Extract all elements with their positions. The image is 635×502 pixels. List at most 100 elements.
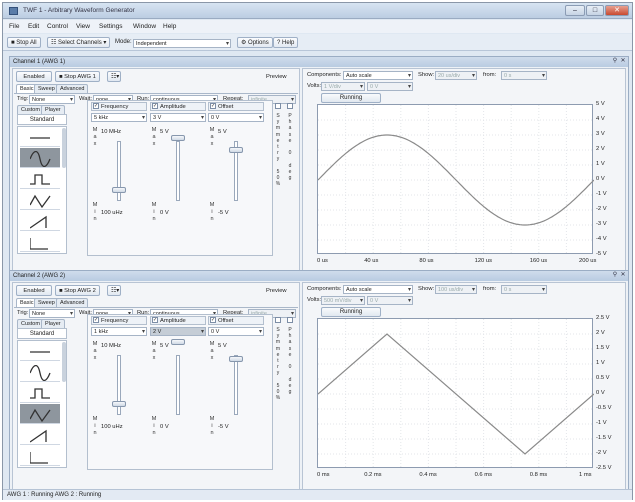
frequency-value-input[interactable]: 1 kHz	[91, 327, 147, 336]
help-button[interactable]: ? Help	[273, 37, 299, 48]
ramp-down-wave-button[interactable]	[20, 446, 60, 466]
select-channels-button[interactable]: ☷ Select Channels ▾	[47, 37, 111, 48]
symmetry-checkbox[interactable]	[275, 103, 281, 109]
title-bar: TWF 1 - Arbitrary Waveform Generator – □…	[3, 3, 632, 19]
amplitude-slider-thumb[interactable]	[171, 339, 185, 345]
menu-window[interactable]: Window	[133, 23, 156, 30]
tab-player[interactable]: Player	[41, 319, 65, 328]
square-wave-button[interactable]	[20, 169, 60, 189]
enabled-toggle[interactable]: Enabled	[16, 71, 52, 82]
close-panel-icon[interactable]: ✕	[620, 58, 626, 65]
waveform-scrollbar[interactable]	[62, 342, 66, 382]
offset-max-value: 5 V	[218, 343, 227, 349]
amplitude-value-input[interactable]: 3 V	[150, 113, 206, 122]
maximize-button[interactable]: □	[586, 5, 604, 16]
frequency-slider-thumb[interactable]	[112, 187, 126, 193]
tab-custom[interactable]: Custom	[17, 105, 44, 114]
standard-tab[interactable]: Standard	[17, 114, 67, 125]
y-tick-label: -1 V	[596, 191, 607, 197]
options-button[interactable]: ⚙ Options	[237, 37, 273, 48]
from-select[interactable]: 0 s	[501, 71, 547, 80]
sine-wave-button[interactable]	[20, 148, 60, 168]
offset-value-input[interactable]: 0 V	[208, 113, 264, 122]
standard-tab[interactable]: Standard	[17, 328, 67, 339]
frequency-slider-thumb[interactable]	[112, 401, 126, 407]
amplitude-min-label: Min	[151, 416, 157, 436]
show-select[interactable]: 20 us/div	[435, 71, 477, 80]
volts-offset-select[interactable]: 0 V	[367, 82, 413, 91]
enabled-toggle[interactable]: Enabled	[16, 285, 52, 296]
dc-wave-button[interactable]	[20, 127, 60, 147]
sine-wave-icon	[30, 151, 51, 167]
components-select[interactable]: Auto scale	[343, 285, 413, 294]
from-select[interactable]: 0 s	[501, 285, 547, 294]
dc-wave-button[interactable]	[20, 341, 60, 361]
phase-checkbox[interactable]	[287, 317, 293, 323]
tab-advanced[interactable]: Advanced	[56, 84, 89, 93]
pin-icon[interactable]: ⚲	[612, 272, 618, 279]
offset-checkbox[interactable]: ✓	[210, 317, 216, 323]
channel-options-button[interactable]: ☷▾	[107, 71, 121, 82]
mode-select[interactable]: Independent	[133, 39, 231, 48]
amplitude-checkbox[interactable]: ✓	[152, 103, 158, 109]
components-select[interactable]: Auto scale	[343, 71, 413, 80]
stop-awg-button[interactable]: ■ Stop AWG 2	[55, 285, 100, 296]
amplitude-slider-track[interactable]	[176, 355, 180, 415]
frequency-value-input[interactable]: 5 kHz	[91, 113, 147, 122]
window-title: TWF 1 - Arbitrary Waveform Generator	[23, 7, 135, 14]
menu-bar: File Edit Control View Settings Window H…	[3, 20, 632, 33]
offset-min-value: -5 V	[218, 210, 229, 216]
y-tick-label: 3 V	[596, 131, 605, 137]
stop-all-button[interactable]: ■ Stop All	[7, 37, 41, 48]
amplitude-slider-track[interactable]	[176, 141, 180, 201]
menu-edit[interactable]: Edit	[28, 23, 39, 30]
offset-slider-track[interactable]	[234, 355, 238, 415]
trig-select[interactable]: None	[29, 309, 75, 318]
symmetry-checkbox[interactable]	[275, 317, 281, 323]
stop-awg-button[interactable]: ■ Stop AWG 1	[55, 71, 100, 82]
volts-select[interactable]: 1 V/div	[321, 82, 365, 91]
ramp-up-wave-button[interactable]	[20, 425, 60, 445]
offset-slider-thumb[interactable]	[229, 147, 243, 153]
amplitude-min-label: Min	[151, 202, 157, 222]
frequency-checkbox[interactable]: ✓	[93, 103, 99, 109]
tab-player[interactable]: Player	[41, 105, 65, 114]
volts-offset-select[interactable]: 0 V	[367, 296, 413, 305]
y-tick-label: 2 V	[596, 146, 605, 152]
offset-min-label: Min	[209, 416, 215, 436]
show-select[interactable]: 100 us/div	[435, 285, 477, 294]
menu-file[interactable]: File	[9, 23, 19, 30]
offset-checkbox[interactable]: ✓	[210, 103, 216, 109]
close-panel-icon[interactable]: ✕	[620, 272, 626, 279]
ramp-up-wave-button[interactable]	[20, 211, 60, 231]
amplitude-value-input[interactable]: 2 V	[150, 327, 206, 336]
amplitude-checkbox[interactable]: ✓	[152, 317, 158, 323]
x-tick-label: 120 us	[474, 258, 492, 264]
offset-value-input[interactable]: 0 V	[208, 327, 264, 336]
triangle-wave-button[interactable]	[20, 404, 60, 424]
triangle-wave-button[interactable]	[20, 190, 60, 210]
menu-settings[interactable]: Settings	[99, 23, 123, 30]
tab-custom[interactable]: Custom	[17, 319, 44, 328]
menu-view[interactable]: View	[76, 23, 90, 30]
frequency-checkbox[interactable]: ✓	[93, 317, 99, 323]
tab-advanced[interactable]: Advanced	[56, 298, 89, 307]
menu-control[interactable]: Control	[47, 23, 68, 30]
trig-select[interactable]: None	[29, 95, 75, 104]
offset-slider-thumb[interactable]	[229, 356, 243, 362]
pin-icon[interactable]: ⚲	[612, 58, 618, 65]
phase-checkbox[interactable]	[287, 103, 293, 109]
sine-wave-button[interactable]	[20, 362, 60, 382]
ramp-down-wave-button[interactable]	[20, 232, 60, 252]
frequency-min-value: 100 uHz	[101, 210, 123, 216]
preview-plot-area: Components: Auto scale Show: 20 us/div f…	[302, 68, 626, 280]
amplitude-slider-thumb[interactable]	[171, 135, 185, 141]
volts-select[interactable]: 500 mV/div	[321, 296, 365, 305]
square-wave-button[interactable]	[20, 383, 60, 403]
close-button[interactable]: ✕	[605, 5, 629, 16]
waveform-scrollbar[interactable]	[62, 128, 66, 168]
volts-label: Volts:	[307, 83, 322, 89]
minimize-button[interactable]: –	[565, 5, 585, 16]
menu-help[interactable]: Help	[163, 23, 176, 30]
channel-options-button[interactable]: ☷▾	[107, 285, 121, 296]
